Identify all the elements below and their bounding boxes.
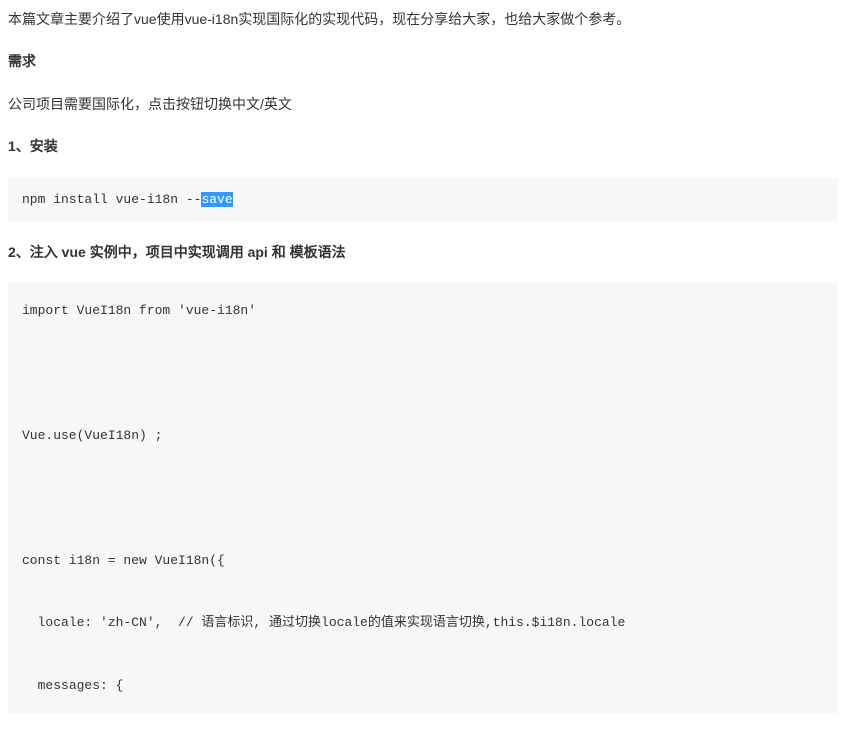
code-line: locale: 'zh-CN', // 语言标识, 通过切换locale的值来实… <box>22 615 625 630</box>
code-line: messages: { <box>22 678 123 693</box>
code-line: const i18n = new VueI18n({ <box>22 553 225 568</box>
need-description: 公司项目需要国际化，点击按钮切换中文/英文 <box>8 93 838 115</box>
heading-inject: 2、注入 vue 实例中，项目中实现调用 api 和 模板语法 <box>8 241 838 263</box>
code-line: import VueI18n from 'vue-i18n' <box>22 303 256 318</box>
intro-paragraph: 本篇文章主要介绍了vue使用vue-i18n实现国际化的实现代码，现在分享给大家… <box>8 8 838 30</box>
code-block-install: npm install vue-i18n --save <box>8 178 838 222</box>
article-body: 本篇文章主要介绍了vue使用vue-i18n实现国际化的实现代码，现在分享给大家… <box>0 0 846 713</box>
heading-install: 1、安装 <box>8 135 838 157</box>
code-text: npm install vue-i18n -- <box>22 192 201 207</box>
code-block-inject: import VueI18n from 'vue-i18n' Vue.use(V… <box>8 283 838 712</box>
code-highlight: save <box>201 192 232 207</box>
heading-need: 需求 <box>8 50 838 72</box>
code-line: Vue.use(VueI18n) ; <box>22 428 162 443</box>
